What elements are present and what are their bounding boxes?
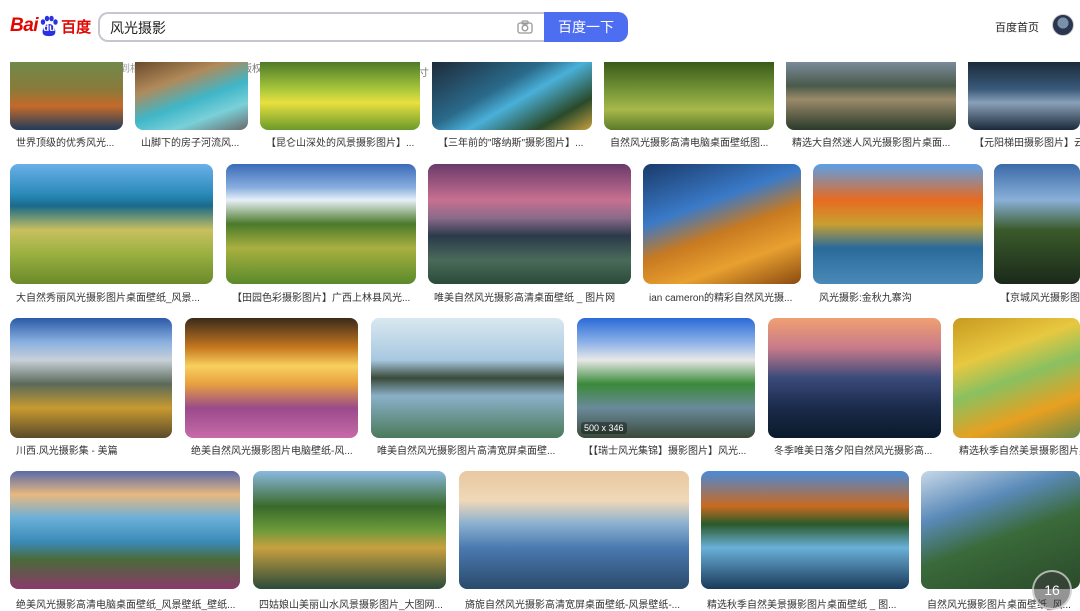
result-image[interactable]	[185, 318, 358, 438]
result-image[interactable]	[786, 62, 956, 130]
result-caption[interactable]: 【田园色彩摄影图片】广西上林县风光...	[232, 289, 442, 304]
logo-text-bai: Bai	[10, 15, 39, 36]
camera-icon[interactable]	[517, 20, 533, 34]
result-caption[interactable]: 唯美自然风光摄影高清桌面壁纸 _ 图片网	[434, 289, 657, 304]
result-caption[interactable]: 四姑娘山美丽山水风景摄影图片_大图网...	[259, 596, 472, 611]
result-caption[interactable]: 大自然秀丽风光摄影图片桌面壁纸_风景...	[16, 289, 239, 304]
logo-text-du: du	[43, 23, 56, 34]
result-image[interactable]	[428, 164, 631, 284]
result-caption[interactable]: 【元阳梯田摄影图片】云...	[974, 134, 1080, 149]
result-image[interactable]	[371, 318, 564, 438]
baidu-logo[interactable]: Bai du 百度	[10, 12, 91, 40]
result-image[interactable]	[10, 471, 240, 589]
paw-icon: du	[39, 15, 59, 37]
result-caption[interactable]: 【京城风光摄影图片】	[1000, 289, 1080, 304]
result-image[interactable]	[135, 62, 248, 130]
result-image[interactable]	[968, 62, 1080, 130]
result-image[interactable]	[604, 62, 774, 130]
avatar[interactable]	[1052, 14, 1074, 36]
result-image[interactable]	[953, 318, 1080, 438]
result-caption[interactable]: 山脚下的房子河流风...	[141, 134, 274, 149]
result-caption[interactable]: 精选大自然迷人风光摄影图片桌面...	[792, 134, 982, 149]
result-caption[interactable]: 自然风光摄影高清电脑桌面壁纸图...	[610, 134, 800, 149]
result-caption[interactable]: 风光摄影:金秋九寨沟	[819, 289, 1009, 304]
result-image[interactable]	[994, 164, 1080, 284]
baidu-home-link[interactable]: 百度首页	[995, 19, 1039, 35]
result-caption[interactable]: 旖旎自然风光摄影高清宽屏桌面壁纸-风景壁纸-...	[465, 596, 715, 611]
search-query[interactable]: 风光摄影	[110, 18, 166, 38]
top-header: Bai du 百度 风光摄影 百度一下 百度首页	[0, 0, 1080, 52]
result-image[interactable]	[10, 62, 123, 130]
scroll-progress-button[interactable]: 16	[1032, 570, 1072, 610]
image-size-badge: 500 x 346	[581, 422, 627, 434]
result-image[interactable]	[432, 62, 592, 130]
result-caption[interactable]: 【昆仑山深处的风景摄影图片】...	[266, 134, 446, 149]
result-caption[interactable]: 精选秋季自然美景摄影图片桌面壁纸 _ 图...	[707, 596, 935, 611]
result-image[interactable]	[10, 164, 213, 284]
logo-text-cn: 百度	[61, 18, 92, 36]
result-image[interactable]	[253, 471, 446, 589]
search-button[interactable]: 百度一下	[544, 12, 628, 42]
result-image[interactable]	[459, 471, 689, 589]
result-image[interactable]	[768, 318, 941, 438]
result-caption[interactable]: 【【瑞士风光集锦】摄影图片】风光...	[583, 442, 781, 457]
result-image[interactable]	[643, 164, 801, 284]
result-image[interactable]: 500 x 346	[577, 318, 755, 438]
result-caption[interactable]: 唯美自然风光摄影图片高清宽屏桌面壁...	[377, 442, 590, 457]
search-input[interactable]: 风光摄影	[98, 12, 545, 42]
result-caption[interactable]: 【三年前的"喀纳斯"摄影图片】...	[438, 134, 618, 149]
result-image[interactable]	[226, 164, 416, 284]
result-image[interactable]	[813, 164, 983, 284]
result-caption[interactable]: 川西.风光摄影集 - 美篇	[16, 442, 198, 457]
result-image[interactable]	[10, 318, 172, 438]
result-image[interactable]	[701, 471, 909, 589]
result-image[interactable]	[260, 62, 420, 130]
result-caption[interactable]: 冬季唯美日落夕阳自然风光摄影高...	[774, 442, 967, 457]
result-caption[interactable]: 绝美自然风光摄影图片电脑壁纸-风...	[191, 442, 384, 457]
result-caption[interactable]: ian cameron的精彩自然风光摄...	[649, 289, 827, 304]
result-caption[interactable]: 世界顶级的优秀风光...	[16, 134, 149, 149]
result-caption[interactable]: 精选秋季自然美景摄影图片桌...	[959, 442, 1080, 457]
result-caption[interactable]: 绝美风光摄影高清电脑桌面壁纸_风景壁纸_壁纸...	[16, 596, 266, 611]
